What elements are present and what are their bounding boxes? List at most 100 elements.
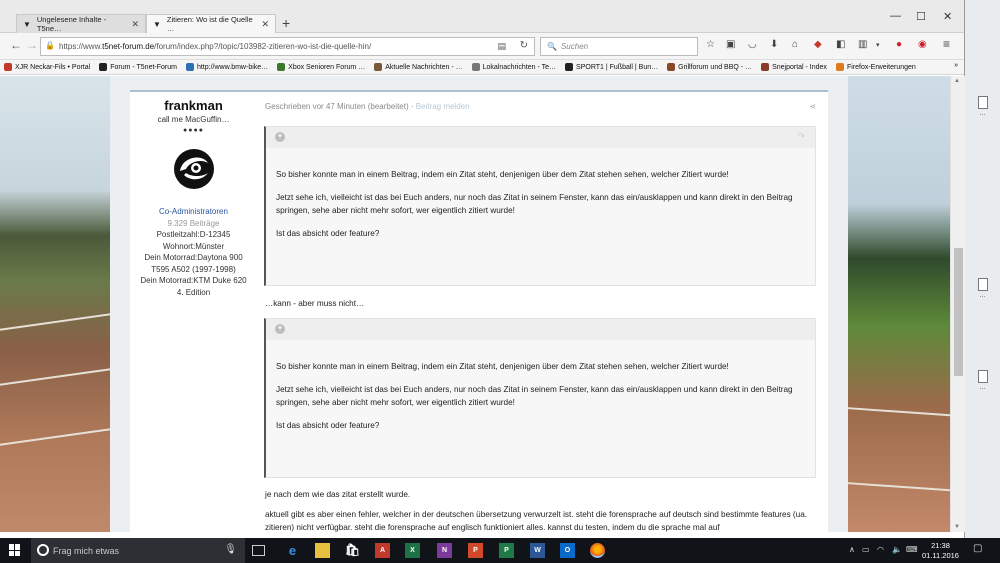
desktop-file-icon[interactable]: … [965,278,1000,299]
excel-icon[interactable]: X [405,543,420,558]
word-icon[interactable]: W [530,543,545,558]
scroll-down-icon[interactable]: ▼ [954,524,960,530]
bookmark-item[interactable]: Snejportal - Index [761,63,827,71]
input-language-icon[interactable]: ⌨ [906,545,918,554]
bookmark-item[interactable]: Lokalnachrichten - Te… [471,63,557,71]
microphone-icon[interactable]: 🎙 [224,544,237,555]
home-icon[interactable]: ⌂ [792,39,798,50]
file-explorer-icon[interactable] [315,543,330,558]
avatar[interactable] [172,147,216,191]
author-group: Co-Administratoren [159,207,228,216]
outlook-icon[interactable]: O [560,543,575,558]
back-arrow-icon[interactable]: ← [10,38,22,52]
minimize-button[interactable]: — [890,10,901,22]
bookmark-item[interactable]: Firefox-Erweiterungen [835,63,916,71]
scroll-up-icon[interactable]: ▲ [954,78,960,84]
post-text: je nach dem wie das zitat erstellt wurde… [265,490,411,499]
search-placeholder: Suchen [560,42,589,51]
quote-toggle-icon[interactable]: ▾ [275,324,285,334]
bookmark-item[interactable]: Xbox Senioren Forum … [277,63,365,71]
bookmark-item[interactable]: XJR Neckar-Fils • Portal [4,63,90,71]
scrollbar-thumb[interactable] [954,248,963,376]
tab-quote-topic[interactable]: ▼ Zitieren: Wo ist die Quelle … ✕ [146,14,276,33]
author-panel: frankman call me MacGuffin… ●●●● Co-Admi… [130,99,257,298]
firefox-icon[interactable] [590,543,605,558]
bookmark-favicon-icon [835,63,844,71]
network-icon[interactable]: ▭ [862,545,870,554]
bookmark-favicon-icon [565,63,574,71]
opera-icon[interactable]: ◉ [918,39,927,50]
page-scrollbar[interactable]: ▲ ▼ [950,76,965,532]
maximize-button[interactable]: ☐ [916,10,926,23]
reading-list-icon[interactable]: ▣ [726,39,735,50]
bookmark-label: Grillforum und BBQ - … [678,63,753,71]
reader-view-icon[interactable]: ▤ [497,41,506,52]
taskbar-clock[interactable]: 21:38 01.11.2016 [922,541,959,561]
bookmark-item[interactable]: Grillforum und BBQ - … [667,63,752,71]
new-tab-button[interactable]: + [282,15,290,31]
url-bar[interactable]: 🔒 https://www. t5net-forum.de/forum/index… [40,37,535,56]
store-icon[interactable]: 🛍 [345,543,360,558]
bookmark-item[interactable]: Forum - T5net-Forum [99,63,177,71]
desktop-file-icon[interactable]: … [965,96,1000,117]
pocket-icon[interactable]: ◡ [748,39,757,50]
extension-icon[interactable]: ◧ [836,39,845,50]
publisher-icon[interactable]: P [499,543,514,558]
ublock-icon[interactable]: ◆ [814,39,822,50]
tab-label: Zitieren: Wo ist die Quelle … [166,15,253,33]
track-stripe [0,311,120,333]
forum-area: frankman call me MacGuffin… ●●●● Co-Admi… [110,76,848,532]
adblock-icon[interactable]: ● [896,39,902,50]
close-window-button[interactable]: ✕ [943,10,952,23]
jump-to-post-icon[interactable]: ↷ [797,131,805,142]
volume-icon[interactable]: 🔈 [892,545,902,554]
search-icon: 🔍 [547,42,557,51]
quote-paragraph: Jetzt sehe ich, vielleicht ist das bei E… [276,385,793,407]
track-stripe [0,426,120,448]
powerpoint-icon[interactable]: P [468,543,483,558]
task-view-icon[interactable] [252,545,265,556]
quote-body: So bisher konnte man in einem Beitrag, i… [266,340,815,432]
reload-icon[interactable]: ↻ [520,40,528,51]
bookmark-star-icon[interactable]: ☆ [706,39,715,50]
post-meta: Geschrieben vor 47 Minuten (bearbeitet) … [265,102,470,111]
bookmark-item[interactable]: Aktuelle Nachrichten - … [374,63,463,71]
quote-toggle-icon[interactable]: ▾ [275,132,285,142]
tray-chevron-up-icon[interactable]: ∧ [849,545,855,554]
quote-paragraph: Jetzt sehe ich, vielleicht ist das bei E… [276,193,793,215]
search-bar[interactable]: 🔍 Suchen [540,37,698,56]
notifications-icon[interactable]: ▢ [973,543,982,554]
access-icon[interactable]: A [375,543,390,558]
close-tab-icon[interactable]: ✕ [261,19,269,30]
document-icon [977,278,988,291]
bookmarks-overflow-icon[interactable]: » [954,62,958,69]
bookmark-label: Firefox-Erweiterungen [846,63,916,71]
forward-arrow-icon[interactable]: → [26,38,38,52]
author-field: Dein Motorrad:KTM Duke 620 [140,276,247,285]
menu-hamburger-icon[interactable]: ≡ [943,37,950,51]
forum-favicon-icon: ▼ [153,19,161,29]
clipboard-icon[interactable]: ▥ [858,39,867,50]
lock-icon: 🔒 [45,41,55,50]
chevron-down-icon[interactable]: ▾ [876,41,880,49]
bookmark-label: Xbox Senioren Forum … [288,63,366,71]
edge-icon[interactable]: e [285,543,300,558]
windows-start-icon[interactable] [9,544,21,556]
cortana-icon [37,544,49,556]
onenote-icon[interactable]: N [437,543,452,558]
bookmark-favicon-icon [277,63,286,71]
share-icon[interactable]: ⋖ [809,102,816,111]
bookmark-item[interactable]: http://www.bmw-bike… [185,63,268,71]
close-tab-icon[interactable]: ✕ [131,19,139,30]
download-icon[interactable]: ⬇ [770,39,778,50]
desktop-file-label: … [979,111,986,117]
desktop-file-icon[interactable]: … [965,370,1000,391]
bookmark-label: Lokalnachrichten - Te… [482,63,557,71]
bookmark-item[interactable]: SPORT1 | Fußball | Bun… [565,63,658,71]
report-post-link[interactable]: Beitrag melden [416,102,470,111]
tab-unread-content[interactable]: ▼ Ungelesene Inhalte - T5ne… ✕ [16,14,146,33]
quote-block: ▾ ↷ So bisher konnte man in einem Beitra… [264,126,816,286]
wifi-icon[interactable]: ◠ [877,545,884,554]
author-name[interactable]: frankman [130,99,257,111]
taskbar-search[interactable]: Frag mich etwas 🎙 [31,538,245,563]
